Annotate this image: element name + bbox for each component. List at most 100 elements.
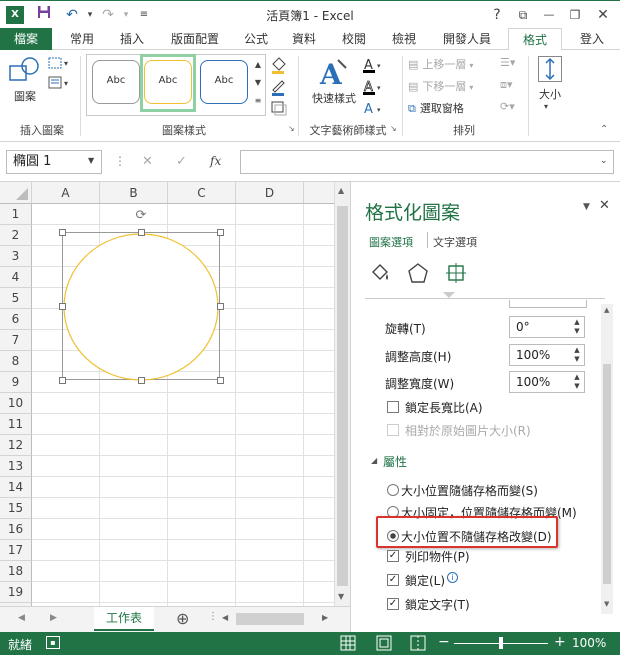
size-label[interactable]: 大小 — [532, 86, 568, 102]
tab-formulas[interactable]: 公式 — [236, 28, 276, 50]
column-header-a[interactable]: A — [32, 182, 100, 204]
row-header[interactable]: 14 — [0, 477, 32, 498]
column-header-b[interactable]: B — [100, 182, 168, 204]
text-fill-icon[interactable]: A ▾ — [362, 56, 384, 74]
scroll-down-icon[interactable]: ▼ — [338, 592, 344, 601]
shapes-label[interactable]: 圖案 — [8, 88, 42, 104]
scroll-right-icon[interactable]: ▶ — [322, 613, 328, 622]
collapse-properties-icon[interactable]: ◢ — [371, 456, 377, 465]
wordart-quick-styles-icon[interactable]: A — [316, 56, 352, 91]
tab-developer[interactable]: 開發人員 — [434, 28, 500, 50]
tab-file[interactable]: 檔案 — [0, 28, 52, 50]
rotation-handle-icon[interactable]: ⟳ — [133, 208, 149, 224]
resize-handle[interactable] — [217, 229, 224, 236]
row-header[interactable]: 4 — [0, 267, 32, 288]
text-outline-icon[interactable]: A ▾ — [362, 78, 384, 96]
wordart-dialog-launcher-icon[interactable]: ↘ — [390, 124, 397, 133]
sheet-tab-worksheet[interactable]: 工作表 — [94, 607, 154, 631]
shapes-gallery-icon[interactable] — [8, 56, 42, 86]
confirm-entry-icon[interactable]: ✓ — [176, 154, 187, 169]
row-header[interactable]: 2 — [0, 225, 32, 246]
scale-width-spinner[interactable]: 100% ▲ ▼ — [509, 371, 585, 393]
select-all-corner[interactable] — [0, 182, 32, 204]
row-header[interactable]: 18 — [0, 561, 32, 582]
row-header[interactable]: 10 — [0, 393, 32, 414]
add-sheet-icon[interactable]: ⊕ — [176, 609, 189, 628]
spinner-up-icon[interactable]: ▲ — [572, 318, 582, 327]
macro-record-icon[interactable]: ▪ — [46, 636, 60, 649]
scale-height-spinner[interactable]: 100% ▲ ▼ — [509, 344, 585, 366]
prev-sheet-icon[interactable]: ◀ — [18, 613, 25, 623]
normal-view-icon[interactable] — [340, 635, 356, 651]
row-header[interactable]: 11 — [0, 414, 32, 435]
effects-icon[interactable] — [407, 262, 429, 284]
bring-forward-button[interactable]: ▤ 上移一層 ▾ — [408, 56, 498, 72]
tab-insert[interactable]: 插入 — [112, 28, 152, 50]
pane-options-icon[interactable]: ▼ — [583, 202, 590, 212]
row-header[interactable]: 17 — [0, 540, 32, 561]
pane-scroll-up-icon[interactable]: ▲ — [604, 306, 609, 314]
formula-input[interactable] — [240, 150, 614, 174]
edit-shape-icon[interactable]: ▾ — [48, 56, 72, 70]
fill-line-icon[interactable] — [369, 262, 391, 284]
row-header[interactable]: 19 — [0, 582, 32, 603]
resize-handle[interactable] — [217, 303, 224, 310]
rotation-spinner[interactable]: 0° ▲ ▼ — [509, 316, 585, 338]
collapse-ribbon-icon[interactable]: ⌃ — [600, 124, 608, 135]
column-header-c[interactable]: C — [168, 182, 236, 204]
cancel-entry-icon[interactable]: ✕ — [142, 154, 153, 169]
tab-shape-options[interactable]: 圖案選項 — [369, 234, 413, 250]
tab-view[interactable]: 檢視 — [384, 28, 424, 50]
zoom-level[interactable]: 100% — [572, 636, 606, 650]
close-button[interactable]: ✕ — [592, 4, 614, 26]
zoom-out-button[interactable]: − — [438, 634, 450, 650]
row-header[interactable]: 7 — [0, 330, 32, 351]
pane-scrollbar-thumb[interactable] — [603, 364, 611, 584]
grid-vertical-scrollbar[interactable]: ▲ ▼ — [334, 182, 350, 606]
tab-text-options[interactable]: 文字選項 — [433, 234, 477, 250]
quick-styles-label[interactable]: 快速樣式 — [308, 90, 360, 106]
horizontal-scrollbar-thumb[interactable] — [236, 613, 304, 625]
scroll-left-icon[interactable]: ◀ — [222, 613, 228, 622]
column-header-e[interactable] — [304, 182, 334, 204]
row-header[interactable]: 5 — [0, 288, 32, 309]
page-layout-view-icon[interactable] — [376, 635, 392, 651]
row-header[interactable]: 13 — [0, 456, 32, 477]
resize-handle[interactable] — [59, 303, 66, 310]
ellipse-shape[interactable] — [60, 230, 224, 384]
zoom-slider-thumb[interactable] — [499, 637, 503, 649]
spinner-down-icon[interactable]: ▼ — [572, 355, 582, 364]
column-header-d[interactable]: D — [236, 182, 304, 204]
row-header[interactable]: 1 — [0, 204, 32, 225]
selection-pane-button[interactable]: ⧉ 選取窗格 — [408, 100, 498, 116]
locked-checkbox[interactable]: ✓ — [387, 574, 399, 586]
name-box-dropdown-icon[interactable]: ▼ — [88, 156, 94, 165]
size-icon[interactable] — [538, 56, 562, 82]
info-icon[interactable]: i — [447, 572, 458, 583]
properties-header[interactable]: 屬性 — [383, 453, 407, 470]
row-header[interactable]: 15 — [0, 498, 32, 519]
lock-aspect-checkbox[interactable] — [387, 401, 399, 413]
shape-styles-dialog-launcher-icon[interactable]: ↘ — [288, 124, 295, 133]
text-effects-icon[interactable]: A ▾ — [362, 100, 384, 117]
next-sheet-icon[interactable]: ▶ — [50, 613, 57, 623]
rotate-icon[interactable]: ⟳▾ — [500, 100, 515, 113]
shape-outline-icon[interactable] — [270, 78, 290, 96]
row-header[interactable]: 9 — [0, 372, 32, 393]
resize-handle[interactable] — [59, 229, 66, 236]
scrollbar-thumb[interactable] — [337, 206, 348, 586]
restore-button[interactable]: ❐ — [564, 4, 586, 26]
worksheet-grid[interactable]: A B C D ▲ ▼ 1 2 3 4 5 6 7 8 9 10 11 12 13 14 15 16 17 18 1… — [0, 182, 350, 624]
minimize-button[interactable]: — — [538, 4, 560, 26]
help-button[interactable]: ? — [486, 4, 508, 26]
print-object-checkbox[interactable]: ✓ — [387, 550, 399, 562]
chevron-down-icon[interactable]: ▾ — [544, 102, 548, 111]
spinner-up-icon[interactable]: ▲ — [572, 346, 582, 355]
insert-function-icon[interactable]: fx — [210, 154, 221, 168]
ribbon-display-options-button[interactable]: ⧉ — [512, 4, 534, 26]
radio-move-and-size[interactable] — [387, 484, 399, 496]
row-header[interactable]: 12 — [0, 435, 32, 456]
shape-fill-icon[interactable] — [270, 56, 290, 74]
spinner-down-icon[interactable]: ▼ — [572, 382, 582, 391]
size-properties-icon[interactable] — [445, 262, 467, 284]
